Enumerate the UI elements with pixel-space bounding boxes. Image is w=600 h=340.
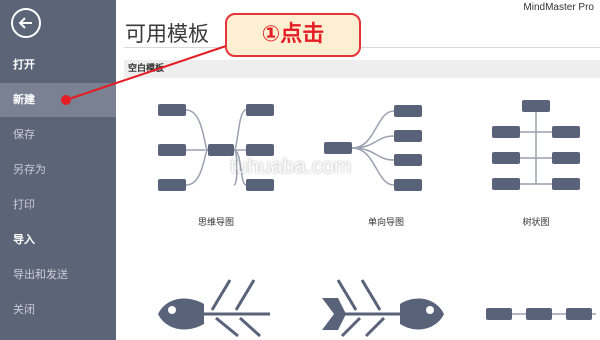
divider — [124, 47, 600, 48]
sidebar: 打开 新建 保存 另存为 打印 导入 导出和发送 关闭 — [0, 0, 116, 340]
annotation-callout: ①点击 — [225, 13, 361, 57]
fishbone-right-icon — [322, 279, 444, 338]
template-timeline[interactable] — [466, 270, 600, 340]
menu-new[interactable]: 新建 — [0, 83, 116, 117]
menu-print[interactable]: 打印 — [0, 188, 116, 222]
back-arrow-icon[interactable] — [11, 8, 41, 38]
menu-open[interactable]: 打开 — [0, 48, 116, 82]
template-label: 树状图 — [522, 218, 550, 228]
fishbone-left-icon — [158, 279, 270, 338]
page-title: 可用模板 — [125, 22, 209, 46]
template-label: 单向导图 — [367, 218, 404, 228]
menu-close[interactable]: 关闭 — [0, 293, 116, 327]
menu-export-send[interactable]: 导出和发送 — [0, 258, 116, 292]
template-fishbone-right[interactable] — [316, 270, 456, 340]
template-fishbone-left[interactable] — [146, 270, 286, 340]
menu-save-as[interactable]: 另存为 — [0, 153, 116, 187]
menu-import[interactable]: 导入 — [0, 223, 116, 257]
watermark: tuhuaba.com — [230, 155, 352, 178]
section-header: 空白模板 — [124, 60, 600, 78]
tree-chart-icon — [492, 100, 580, 190]
template-tree-chart[interactable]: 树状图 — [466, 96, 600, 228]
template-label: 思维导图 — [197, 218, 234, 228]
timeline-icon — [486, 308, 596, 320]
menu-save[interactable]: 保存 — [0, 118, 116, 152]
app-name: MindMaster Pro — [523, 2, 594, 13]
one-way-map-icon — [324, 105, 422, 191]
mind-map-icon — [158, 104, 274, 191]
